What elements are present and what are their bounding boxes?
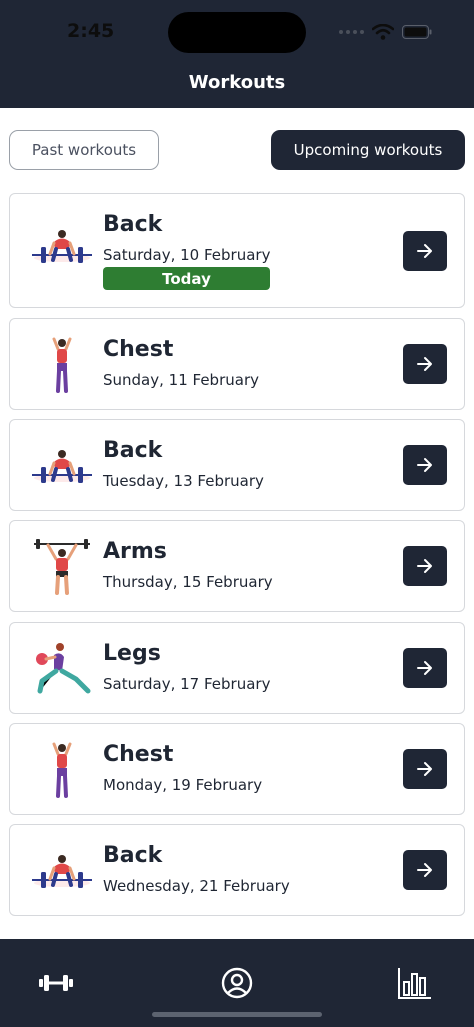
workout-card[interactable]: Back Wednesday, 21 February	[9, 824, 465, 916]
arrow-right-icon	[417, 762, 432, 776]
lunge-illustration	[36, 643, 91, 694]
tab-past-workouts[interactable]: Past workouts	[9, 130, 159, 170]
workout-title: Chest	[103, 337, 174, 362]
workout-date: Wednesday, 21 February	[103, 877, 290, 895]
arrow-right-icon	[417, 244, 432, 258]
open-workout-button[interactable]	[403, 445, 447, 485]
workout-card[interactable]: Back Saturday, 10 February Today	[9, 193, 465, 308]
status-icons	[339, 24, 432, 40]
arrow-right-icon	[417, 863, 432, 877]
workout-date: Monday, 19 February	[103, 776, 263, 794]
page-title: Workouts	[188, 72, 286, 93]
home-indicator	[152, 1012, 322, 1017]
flex-illustration	[52, 742, 72, 798]
signal-icon	[339, 30, 364, 34]
open-workout-button[interactable]	[403, 344, 447, 384]
workout-date: Tuesday, 13 February	[103, 472, 264, 490]
workout-date: Saturday, 17 February	[103, 675, 271, 693]
workout-card[interactable]: Chest Sunday, 11 February	[9, 318, 465, 410]
workout-date: Thursday, 15 February	[103, 573, 273, 591]
workout-title: Chest	[103, 742, 174, 767]
open-workout-button[interactable]	[403, 648, 447, 688]
workout-card[interactable]: Legs Saturday, 17 February	[9, 622, 465, 714]
deadlift-illustration	[32, 450, 92, 483]
open-workout-button[interactable]	[403, 546, 447, 586]
workout-date: Sunday, 11 February	[103, 371, 259, 389]
workout-title: Legs	[103, 641, 161, 666]
workout-date: Saturday, 10 February	[103, 246, 271, 264]
flex-illustration	[52, 337, 72, 393]
profile-icon	[221, 967, 253, 999]
dynamic-island	[168, 12, 306, 53]
deadlift-illustration	[32, 230, 92, 263]
nav-profile[interactable]	[219, 965, 255, 1001]
top-bar: 2:45 Workouts	[0, 0, 474, 108]
stats-icon	[398, 968, 431, 999]
overhead-press-illustration	[34, 539, 90, 595]
workout-title: Back	[103, 843, 163, 868]
battery-icon	[402, 25, 432, 39]
status-time: 2:45	[67, 20, 115, 42]
arrow-right-icon	[417, 661, 432, 675]
nav-workouts[interactable]	[38, 965, 74, 1001]
wifi-icon	[372, 24, 394, 40]
workout-title: Back	[103, 212, 163, 237]
today-badge: Today	[103, 267, 270, 290]
open-workout-button[interactable]	[403, 231, 447, 271]
workout-card[interactable]: Back Tuesday, 13 February	[9, 419, 465, 511]
workout-title: Back	[103, 438, 163, 463]
workout-card[interactable]: Arms Thursday, 15 February	[9, 520, 465, 612]
nav-stats[interactable]	[397, 965, 433, 1001]
open-workout-button[interactable]	[403, 749, 447, 789]
arrow-right-icon	[417, 357, 432, 371]
tab-upcoming-workouts[interactable]: Upcoming workouts	[271, 130, 465, 170]
open-workout-button[interactable]	[403, 850, 447, 890]
deadlift-illustration	[32, 855, 92, 888]
workout-card[interactable]: Chest Monday, 19 February	[9, 723, 465, 815]
arrow-right-icon	[417, 559, 432, 573]
workout-title: Arms	[103, 539, 167, 564]
arrow-right-icon	[417, 458, 432, 472]
dumbbell-icon	[39, 975, 73, 991]
